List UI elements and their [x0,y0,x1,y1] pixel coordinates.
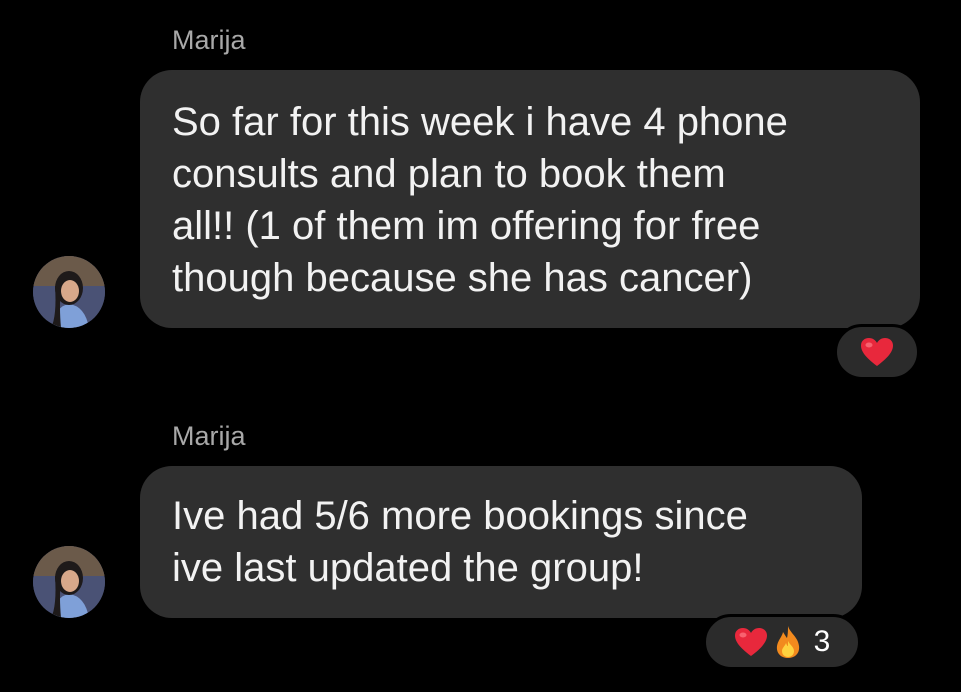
reaction-summary[interactable] [834,324,920,380]
avatar[interactable] [33,546,105,618]
reaction-summary[interactable]: 3 [703,614,861,670]
message-bubble[interactable]: Ive had 5/6 more bookings since ive last… [140,466,862,618]
message-bubble[interactable]: So far for this week i have 4 phone cons… [140,70,920,328]
sender-name: Marija [172,421,246,451]
heart-icon [860,337,894,367]
avatar[interactable] [33,256,105,328]
reaction-count: 3 [813,625,831,658]
sender-name: Marija [172,25,246,55]
fire-icon [774,625,802,659]
heart-icon [734,627,768,657]
